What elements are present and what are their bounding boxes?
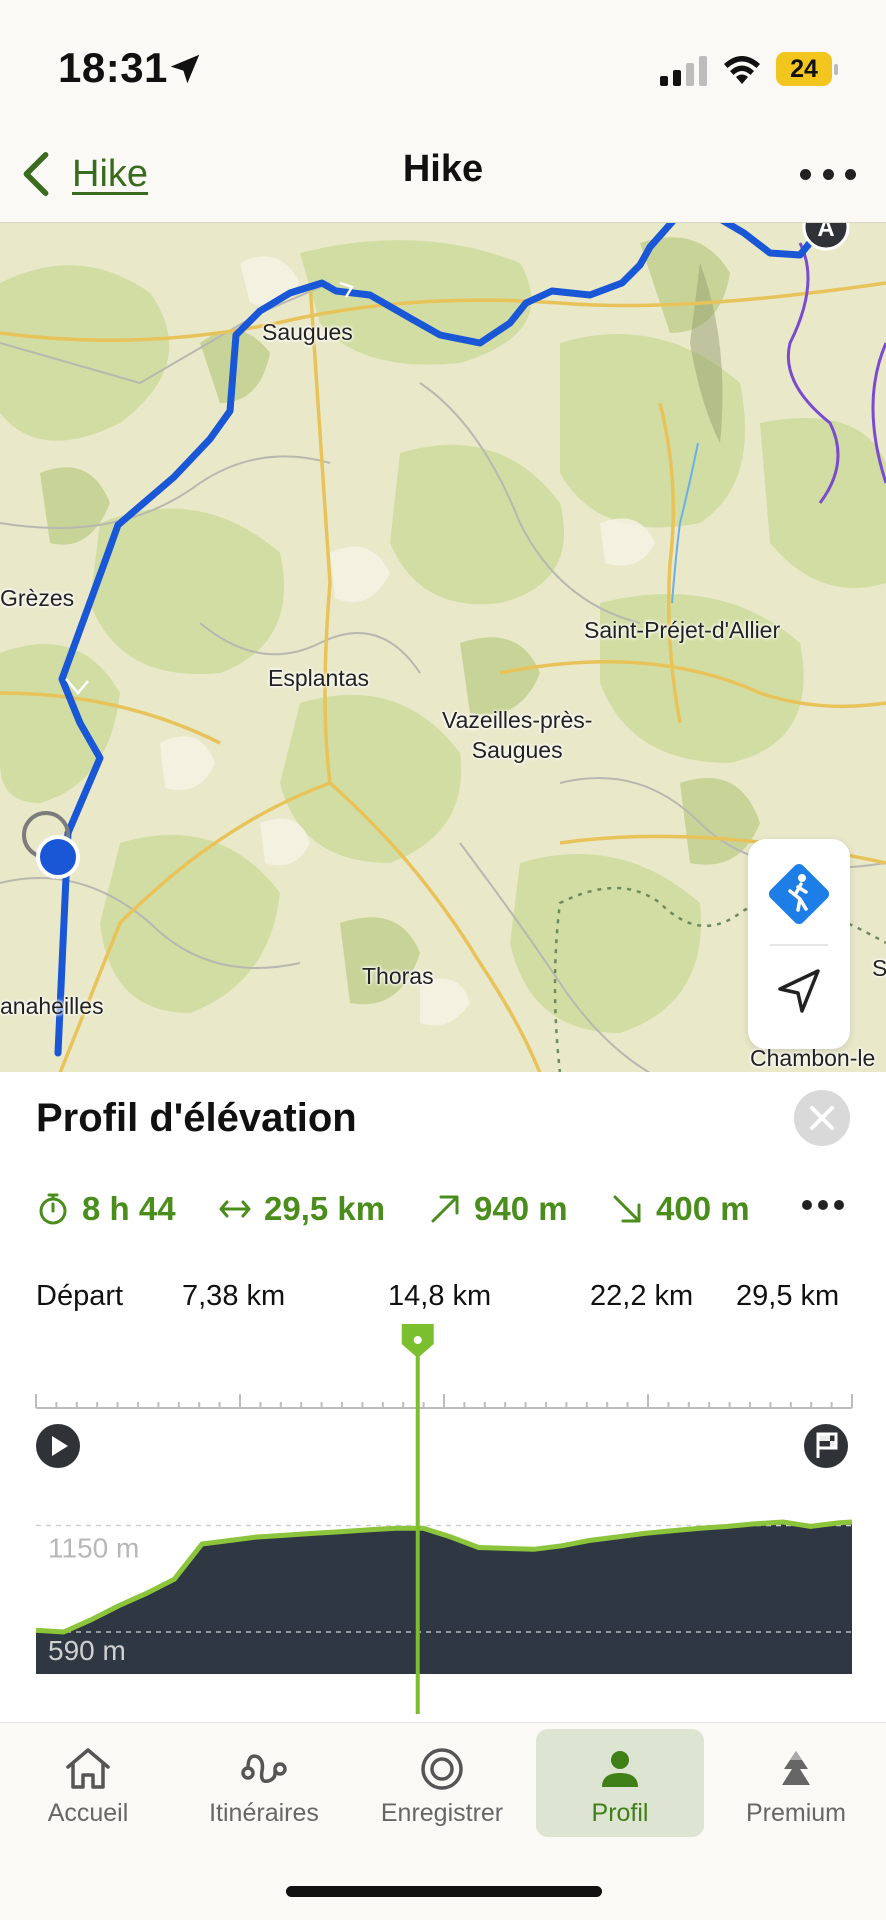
- stat-distance: 29,5 km: [218, 1184, 385, 1234]
- tab-profil[interactable]: Profil: [536, 1729, 704, 1837]
- y-label-590: 590 m: [48, 1635, 126, 1666]
- place-label: S: [872, 955, 886, 981]
- more-options-button[interactable]: [800, 152, 856, 196]
- wifi-icon: [724, 56, 760, 84]
- tab-premium[interactable]: Premium: [712, 1729, 880, 1837]
- route-stats: 8 h 44 29,5 km 940 m 400 m: [36, 1184, 856, 1234]
- place-label: Grèzes: [0, 585, 75, 611]
- home-icon: [66, 1748, 110, 1789]
- descent-value: 400 m: [656, 1190, 750, 1227]
- close-icon: [810, 1106, 834, 1130]
- signal-icon: [660, 56, 707, 86]
- ascent-arrow-icon: [431, 1195, 459, 1223]
- ascent-value: 940 m: [474, 1190, 568, 1227]
- back-button[interactable]: Hike: [18, 144, 148, 204]
- start-play-icon: [36, 1424, 80, 1468]
- place-label: anaheilles: [0, 993, 104, 1019]
- place-label: Saint-Préjet-d'Allier: [584, 617, 781, 643]
- status-bar: 18:31 24: [0, 0, 886, 130]
- tab-label: Profil: [591, 1799, 649, 1827]
- tab-label: Enregistrer: [380, 1799, 504, 1827]
- place-label: Esplantas: [268, 665, 370, 691]
- home-indicator: [286, 1886, 602, 1897]
- tab-accueil[interactable]: Accueil: [4, 1729, 172, 1837]
- duration-value: 8 h 44: [82, 1190, 176, 1227]
- stat-duration: 8 h 44: [36, 1184, 176, 1234]
- distance-value: 29,5 km: [264, 1190, 386, 1227]
- hike-mode-icon[interactable]: [762, 857, 836, 931]
- stat-descent: 400 m: [610, 1184, 750, 1234]
- route-icon: [241, 1754, 287, 1784]
- profile-icon: [602, 1751, 638, 1787]
- elevation-sheet: Profil d'élévation 8 h 44 29,5 km 940 m …: [0, 1072, 886, 1722]
- status-time: 18:31: [58, 44, 168, 91]
- battery-level: 24: [790, 55, 818, 83]
- y-label-1150: 1150 m: [48, 1532, 139, 1563]
- map-view[interactable]: A Saugues Grèzes Esplantas Saint-Préjet-…: [0, 222, 886, 1072]
- place-label: Thoras: [362, 963, 434, 989]
- stopwatch-icon: [39, 1193, 67, 1225]
- place-label: Vazeilles-près- Saugues: [442, 707, 593, 763]
- tab-itineraires[interactable]: Itinéraires: [180, 1729, 348, 1837]
- tab-label: Itinéraires: [209, 1799, 319, 1827]
- start-marker-label: A: [817, 223, 834, 242]
- close-button[interactable]: [794, 1090, 850, 1146]
- axis-ticks: [35, 1394, 853, 1409]
- sheet-title: Profil d'élévation: [36, 1096, 357, 1140]
- tab-label: Premium: [745, 1799, 846, 1827]
- finish-flag-icon: [804, 1424, 848, 1468]
- chevron-left-icon: [23, 152, 49, 196]
- tab-enregistrer[interactable]: Enregistrer: [358, 1729, 526, 1837]
- back-label: Hike: [72, 152, 149, 195]
- stat-ascent: 940 m: [428, 1184, 568, 1234]
- nav-bar: Hike Hike: [0, 130, 886, 222]
- distance-arrows-icon: [219, 1200, 251, 1218]
- place-label: Saugues: [262, 319, 353, 345]
- descent-arrow-icon: [613, 1195, 641, 1223]
- tab-label: Accueil: [47, 1799, 129, 1827]
- battery-icon: 24: [776, 52, 838, 86]
- locate-me-icon[interactable]: [774, 963, 824, 1019]
- map-controls: [748, 839, 850, 1049]
- stats-more-button[interactable]: [802, 1200, 844, 1214]
- premium-icon: [782, 1751, 810, 1785]
- elevation-area: [36, 1522, 852, 1674]
- elevation-chart[interactable]: 1150 m 590 m: [0, 1252, 886, 1722]
- location-arrow-icon: [170, 54, 200, 84]
- record-icon: [421, 1748, 463, 1790]
- screen: 18:31 24 Hike Hike A Saugues Grèzes Espl…: [0, 0, 886, 1920]
